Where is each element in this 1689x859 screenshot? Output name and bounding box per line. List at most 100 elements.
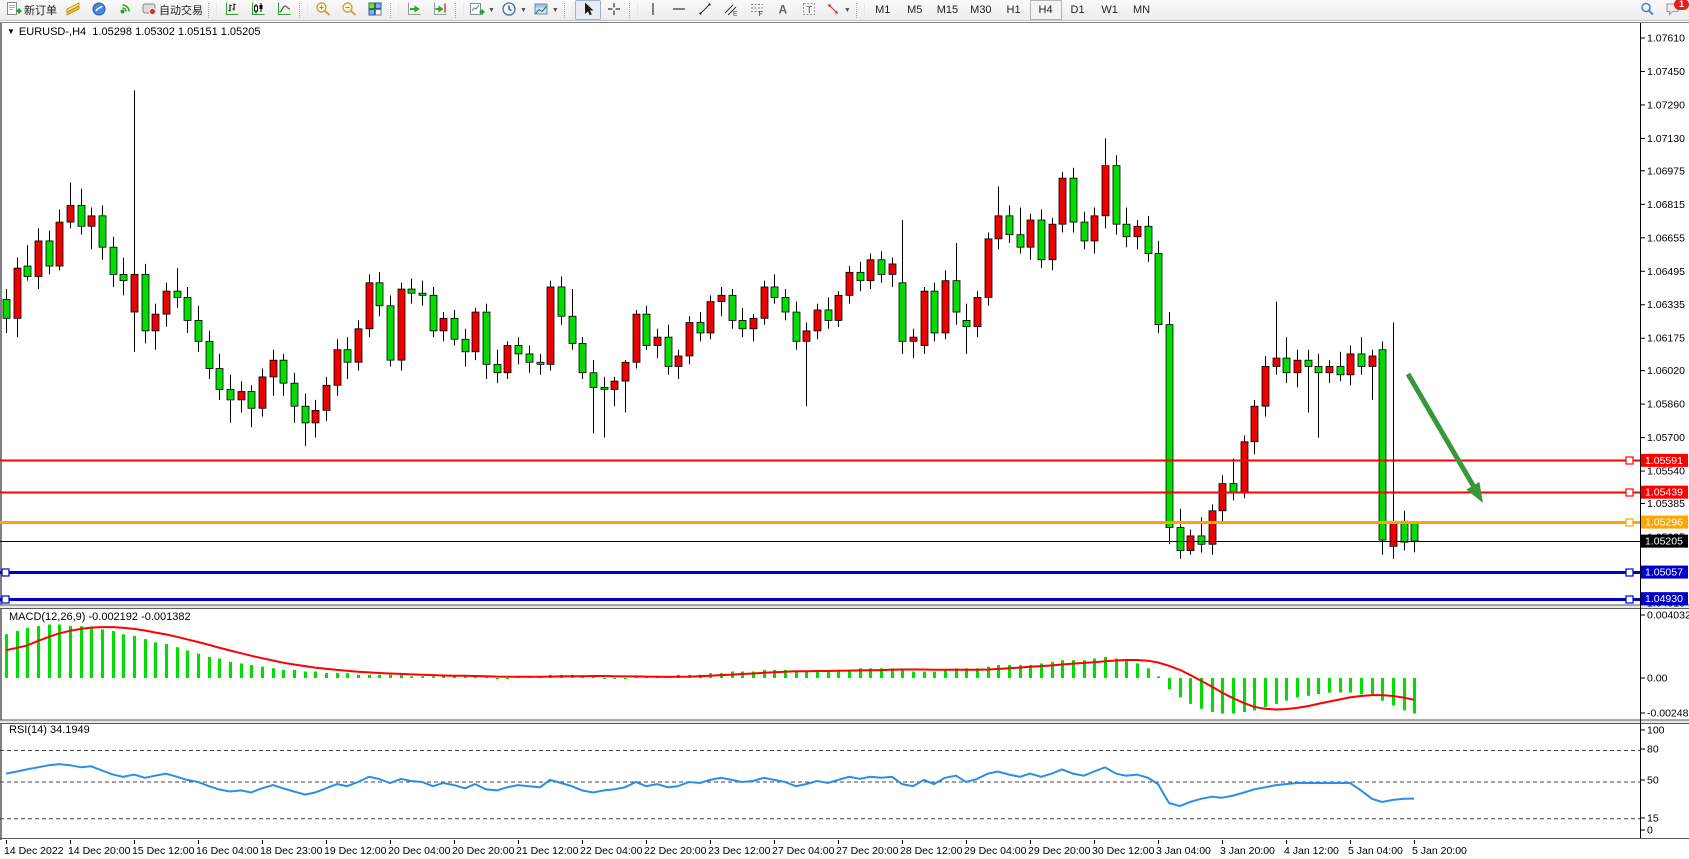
price-tick-label: 1.06020: [1647, 365, 1685, 377]
candle-body: [56, 222, 63, 266]
time-tick-label: 5 Jan 20:00: [1412, 845, 1467, 857]
candlestick-chart-button[interactable]: [245, 0, 271, 20]
candle-body: [270, 360, 277, 377]
cursor-button[interactable]: [575, 0, 601, 20]
candle-body: [1379, 350, 1386, 540]
dropdown-arrow-icon[interactable]: ▼: [844, 7, 851, 14]
autotrading-button[interactable]: 自动交易: [138, 0, 206, 20]
price-tick-label: 1.06815: [1647, 199, 1685, 211]
candle-body: [931, 291, 938, 333]
candle-body: [857, 272, 864, 280]
candle-body: [334, 350, 341, 386]
hline-handle[interactable]: [1626, 457, 1633, 464]
timeframe-w1[interactable]: W1: [1094, 0, 1126, 20]
rsi-axis-label: 50: [1647, 775, 1659, 787]
candle-body: [1305, 360, 1312, 366]
equidistant-channel-button[interactable]: E: [718, 0, 744, 20]
candle-body: [739, 320, 746, 328]
price-tick-label: 1.05860: [1647, 399, 1685, 411]
rsi-axis-label: 0: [1647, 825, 1653, 837]
rsi-value: 34.1949: [50, 724, 90, 736]
notification-badge: 1: [1674, 0, 1689, 10]
fibonacci-icon: F: [749, 1, 765, 20]
hline-handle[interactable]: [1626, 519, 1633, 526]
zoom-out-button[interactable]: [336, 0, 362, 20]
timeframe-d1[interactable]: D1: [1062, 0, 1094, 20]
candle-body: [472, 312, 479, 352]
new-order-icon: [6, 1, 22, 20]
templates-button[interactable]: ▼: [530, 0, 562, 20]
time-tick-label: 4 Jan 12:00: [1284, 845, 1339, 857]
time-tick-label: 22 Dec 04:00: [580, 845, 643, 857]
timeframe-m30[interactable]: M30: [964, 0, 997, 20]
candle-body: [750, 318, 757, 328]
tile-windows-button[interactable]: [362, 0, 388, 20]
candle-body: [889, 264, 896, 274]
candle-body: [398, 289, 405, 360]
hline-handle[interactable]: [2, 596, 9, 603]
hline-handle[interactable]: [1626, 569, 1633, 576]
text-button[interactable]: A: [770, 0, 796, 20]
hline-handle[interactable]: [1626, 489, 1633, 496]
chart-shift-button[interactable]: [427, 0, 453, 20]
search-button[interactable]: [1634, 0, 1660, 20]
line-chart-button[interactable]: [271, 0, 297, 20]
symbol-period-label: EURUSD-,H4: [19, 26, 86, 38]
candle-body: [1294, 360, 1301, 373]
hline-handle[interactable]: [1626, 596, 1633, 603]
candle-body: [825, 310, 832, 320]
signals-button[interactable]: [112, 0, 138, 20]
candle-body: [1187, 536, 1194, 551]
charts-profile-button[interactable]: [60, 0, 86, 20]
dropdown-arrow-icon[interactable]: ▼: [520, 7, 527, 14]
horizontal-line-button[interactable]: [666, 0, 692, 20]
notifications-button[interactable]: 1: [1660, 0, 1686, 20]
timeframe-m15[interactable]: M15: [931, 0, 964, 20]
indicators-button[interactable]: ▼: [466, 0, 498, 20]
candle-body: [1326, 366, 1333, 372]
dropdown-arrow-icon[interactable]: ▼: [488, 7, 495, 14]
chart-canvas[interactable]: 1.076101.074501.072901.071301.069751.068…: [0, 21, 1689, 859]
candle-body: [910, 337, 917, 341]
price-tick-label: 1.06655: [1647, 232, 1685, 244]
timeframe-m5[interactable]: M5: [899, 0, 931, 20]
arrows-button[interactable]: ▼: [822, 0, 854, 20]
candle-body: [974, 297, 981, 326]
macd-axis-label: -0.002489: [1647, 708, 1689, 720]
candle-body: [761, 287, 768, 318]
candle-body: [547, 287, 554, 364]
bar-chart-button[interactable]: [219, 0, 245, 20]
fibonacci-button[interactable]: F: [744, 0, 770, 20]
one-click-trading-collapse-icon[interactable]: ▼: [7, 27, 15, 36]
equidistant-channel-icon: E: [723, 1, 739, 20]
trendline-button[interactable]: [692, 0, 718, 20]
candle-body: [1038, 220, 1045, 260]
crosshair-button[interactable]: [601, 0, 627, 20]
new-order-button[interactable]: 新订单: [3, 0, 60, 20]
candle-body: [1315, 366, 1322, 372]
candle-body: [1134, 226, 1141, 236]
candle-body: [803, 331, 810, 341]
hline-handle[interactable]: [2, 569, 9, 576]
text-icon: A: [775, 1, 791, 20]
dropdown-arrow-icon[interactable]: ▼: [552, 7, 559, 14]
zoom-in-button[interactable]: [310, 0, 336, 20]
market-watch-button[interactable]: [86, 0, 112, 20]
text-label-button[interactable]: T: [796, 0, 822, 20]
candle-body: [1166, 325, 1173, 528]
auto-scroll-button[interactable]: [401, 0, 427, 20]
time-tick-label: 29 Dec 04:00: [964, 845, 1027, 857]
text-label-icon: T: [801, 1, 817, 20]
periods-button[interactable]: ▼: [498, 0, 530, 20]
timeframe-h1[interactable]: H1: [998, 0, 1030, 20]
candle-body: [440, 318, 447, 331]
charts-profile-icon: [65, 1, 81, 20]
timeframe-h4[interactable]: H4: [1030, 0, 1062, 20]
timeframe-mn[interactable]: MN: [1126, 0, 1158, 20]
candle-body: [184, 297, 191, 320]
price-line-label: 1.05439: [1645, 487, 1683, 499]
candle-body: [1411, 522, 1418, 541]
vertical-line-button[interactable]: [640, 0, 666, 20]
toolbar: 新订单 自动交易 ▼ ▼ ▼ EFAT ▼ M1M5M15M30H1H4D1W1MN 1: [0, 0, 1689, 21]
timeframe-m1[interactable]: M1: [867, 0, 899, 20]
